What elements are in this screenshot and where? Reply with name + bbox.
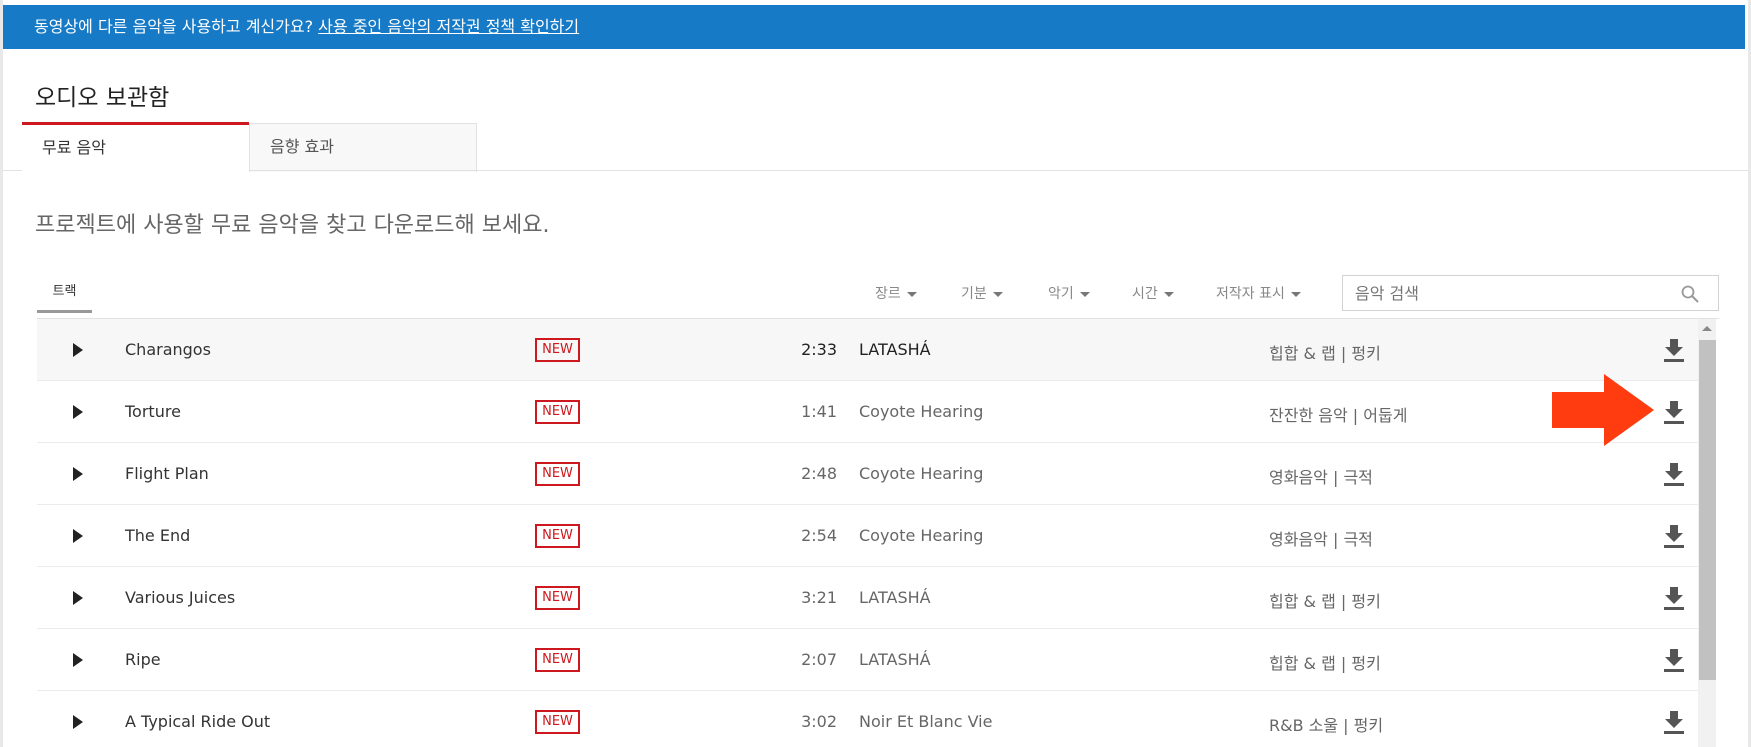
track-title: Various Juices [125, 588, 236, 607]
track-genre: 힙합 & 랩 | 펑키 [1269, 654, 1381, 673]
track-genre: 잔잔한 음악 | 어둡게 [1269, 406, 1408, 425]
page-title: 오디오 보관함 [35, 85, 170, 111]
tab-sound-effects[interactable]: 음향 효과 [249, 123, 477, 172]
track-genre: 영화음악 | 극적 [1269, 530, 1373, 549]
track-duration: 2:33 [801, 340, 837, 359]
search-icon[interactable] [1680, 284, 1700, 304]
track-genre: 영화음악 | 극적 [1269, 468, 1373, 487]
tab-bar: 무료 음악 음향 효과 [22, 122, 477, 172]
track-duration: 1:41 [801, 402, 837, 421]
track-genre: R&B 소울 | 펑키 [1269, 716, 1384, 735]
filter-instrument-label: 악기 [1048, 286, 1074, 302]
track-title: Ripe [125, 650, 161, 669]
track-title: Charangos [125, 340, 211, 359]
tab-free-music[interactable]: 무료 음악 [22, 122, 249, 171]
caret-down-icon [1079, 291, 1090, 297]
copyright-banner: 동영상에 다른 음악을 사용하고 계신가요? 사용 중인 음악의 저작권 정책 … [3, 5, 1745, 49]
page-subtitle: 프로젝트에 사용할 무료 음악을 찾고 다운로드해 보세요. [35, 213, 550, 238]
annotation-arrow-shape [1552, 374, 1654, 446]
track-list: Charangos NEW 2:33 LATASHÁ 힙합 & 랩 | 펑키 Tortur… [37, 319, 1698, 747]
filter-attribution[interactable]: 저작자 표시 [1216, 283, 1301, 303]
track-row[interactable]: Torture NEW 1:41 Coyote Hearing 잔잔한 음악 | 어둡게 [37, 381, 1698, 443]
track-duration: 3:21 [801, 588, 837, 607]
track-row[interactable]: Ripe NEW 2:07 LATASHÁ 힙합 & 랩 | 펑키 [37, 629, 1698, 691]
filter-genre-label: 장르 [875, 286, 901, 302]
annotation-arrow-icon [1552, 374, 1654, 446]
track-duration: 2:07 [801, 650, 837, 669]
track-artist: Coyote Hearing [859, 464, 984, 483]
caret-down-icon [1290, 291, 1301, 297]
track-genre: 힙합 & 랩 | 펑키 [1269, 592, 1381, 611]
track-artist: Coyote Hearing [859, 402, 984, 421]
caret-down-icon [992, 291, 1003, 297]
filter-instrument[interactable]: 악기 [1048, 283, 1090, 303]
track-row[interactable]: The End NEW 2:54 Coyote Hearing 영화음악 | 극적 [37, 505, 1698, 567]
download-icon[interactable] [1663, 710, 1685, 734]
track-row[interactable]: Various Juices NEW 3:21 LATASHÁ 힙합 & 랩 | 펑키 [37, 567, 1698, 629]
track-row[interactable]: A Typical Ride Out NEW 3:02 Noir Et Blanc V… [37, 691, 1698, 747]
track-artist: LATASHÁ [859, 340, 931, 359]
play-icon[interactable] [73, 653, 83, 667]
track-artist: Noir Et Blanc Vie [859, 712, 993, 731]
track-title: The End [125, 526, 191, 545]
filter-mood-label: 기분 [961, 286, 987, 302]
filter-mood[interactable]: 기분 [961, 283, 1003, 303]
track-duration: 3:02 [801, 712, 837, 731]
track-row[interactable]: Flight Plan NEW 2:48 Coyote Hearing 영화음악 | 극… [37, 443, 1698, 505]
filter-duration-label: 시간 [1132, 286, 1158, 302]
new-badge: NEW [535, 524, 580, 548]
track-duration: 2:54 [801, 526, 837, 545]
new-badge: NEW [535, 338, 580, 362]
play-icon[interactable] [73, 343, 83, 357]
caret-down-icon [906, 291, 917, 297]
download-icon[interactable] [1663, 462, 1685, 486]
play-icon[interactable] [73, 529, 83, 543]
filter-attribution-label: 저작자 표시 [1216, 286, 1285, 302]
new-badge: NEW [535, 586, 580, 610]
track-row[interactable]: Charangos NEW 2:33 LATASHÁ 힙합 & 랩 | 펑키 [37, 319, 1698, 381]
new-badge: NEW [535, 462, 580, 486]
track-title: Torture [125, 402, 181, 421]
download-icon[interactable] [1663, 524, 1685, 548]
new-badge: NEW [535, 710, 580, 734]
banner-text: 동영상에 다른 음악을 사용하고 계신가요? [34, 17, 314, 36]
new-badge: NEW [535, 400, 580, 424]
copyright-policy-link[interactable]: 사용 중인 음악의 저작권 정책 확인하기 [318, 17, 579, 36]
track-artist: Coyote Hearing [859, 526, 984, 545]
track-genre: 힙합 & 랩 | 펑키 [1269, 344, 1381, 363]
download-icon[interactable] [1663, 648, 1685, 672]
track-title: A Typical Ride Out [125, 712, 271, 731]
download-icon[interactable] [1663, 338, 1685, 362]
track-duration: 2:48 [801, 464, 837, 483]
play-icon[interactable] [73, 405, 83, 419]
tab-tracks[interactable]: 트랙 [37, 276, 92, 313]
tab-divider [3, 170, 1748, 171]
scrollbar-thumb[interactable] [1699, 340, 1716, 680]
play-icon[interactable] [73, 467, 83, 481]
download-icon[interactable] [1663, 400, 1685, 424]
track-title: Flight Plan [125, 464, 209, 483]
track-artist: LATASHÁ [859, 650, 931, 669]
filter-duration[interactable]: 시간 [1132, 283, 1174, 303]
new-badge: NEW [535, 648, 580, 672]
track-artist: LATASHÁ [859, 588, 931, 607]
play-icon[interactable] [73, 715, 83, 729]
music-search-input[interactable] [1342, 275, 1719, 311]
filter-genre[interactable]: 장르 [875, 283, 917, 303]
scroll-up-arrow-icon[interactable] [1702, 326, 1712, 331]
download-icon[interactable] [1663, 586, 1685, 610]
play-icon[interactable] [73, 591, 83, 605]
caret-down-icon [1163, 291, 1174, 297]
audio-library-page: 동영상에 다른 음악을 사용하고 계신가요? 사용 중인 음악의 저작권 정책 … [0, 0, 1751, 747]
